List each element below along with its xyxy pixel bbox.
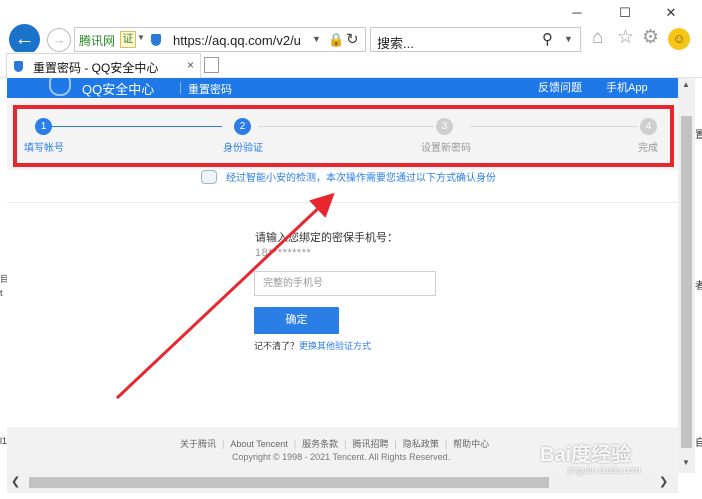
- settings-gear-icon[interactable]: ⚙: [642, 27, 659, 49]
- site-header: QQ安全中心 重置密码 反馈问题 手机App: [7, 78, 678, 98]
- left-fragment-3: l1: [0, 436, 7, 446]
- address-bar[interactable]: 腾讯网 证 ▼ https://aq.qq.com/v2/u ▼ 🔒 ↻: [74, 27, 366, 52]
- scroll-left-arrow-icon[interactable]: ❮: [11, 475, 20, 488]
- bg-fragment-3: 自: [695, 438, 702, 449]
- left-edge-strip: 目 t l1: [0, 78, 7, 473]
- footer-links: 关于腾讯 | About Tencent | 服务条款 | 腾讯招聘 | 隐私政策 | 帮助中心: [180, 437, 489, 450]
- refresh-icon[interactable]: ↻: [346, 30, 359, 48]
- footer-link-about[interactable]: 关于腾讯: [180, 439, 216, 449]
- robot-assistant-icon: [201, 170, 217, 184]
- tab-shield-icon: [14, 61, 23, 72]
- confirm-button[interactable]: 确定: [254, 307, 339, 334]
- phone-number-input[interactable]: 完整的手机号: [254, 271, 436, 296]
- header-divider: [180, 82, 181, 94]
- forward-button[interactable]: →: [47, 28, 71, 52]
- site-shield-icon: [151, 34, 161, 46]
- vertical-scroll-thumb[interactable]: [681, 116, 692, 448]
- background-window-strip: 置 者 自: [695, 78, 702, 499]
- url-text[interactable]: https://aq.qq.com/v2/u: [173, 33, 301, 48]
- phone-prompt-label: 请输入您绑定的密保手机号：: [255, 232, 398, 244]
- footer-link-terms[interactable]: 服务条款: [302, 439, 338, 449]
- baidu-jingyan-watermark: Bai度经验: [540, 444, 632, 466]
- section-divider: [7, 202, 678, 203]
- scroll-up-arrow-icon[interactable]: ▲: [682, 80, 690, 89]
- forgot-row: 记不清了？更换其他验证方式: [254, 339, 371, 352]
- footer-separator: |: [444, 439, 448, 449]
- left-fragment-1: 目: [0, 274, 7, 284]
- search-box[interactable]: 搜索... ⚲ ▼: [370, 27, 581, 52]
- forgot-text: 记不清了？: [254, 341, 300, 351]
- footer-separator: |: [293, 439, 297, 449]
- copyright-text: Copyright © 1998 - 2021 Tencent. All Rig…: [232, 452, 451, 462]
- tab-close-icon[interactable]: ×: [187, 58, 194, 72]
- back-button[interactable]: ←: [9, 24, 40, 55]
- page-subtitle: 重置密码: [188, 84, 232, 96]
- qq-shield-logo-icon: [49, 78, 71, 96]
- footer-link-about-en[interactable]: About Tencent: [230, 439, 287, 449]
- tab-title: 重置密码 - QQ安全中心: [33, 61, 159, 75]
- url-dropdown-icon[interactable]: ▼: [312, 34, 321, 44]
- tab-strip: 重置密码 - QQ安全中心 ×: [0, 52, 702, 78]
- favorites-star-icon[interactable]: ☆: [617, 27, 634, 49]
- site-title[interactable]: QQ安全中心: [82, 79, 154, 98]
- tab-active[interactable]: 重置密码 - QQ安全中心 ×: [6, 53, 201, 78]
- certificate-icon[interactable]: 证: [120, 31, 136, 48]
- footer-separator: |: [344, 439, 347, 449]
- footer-link-privacy[interactable]: 隐私政策: [403, 439, 439, 449]
- horizontal-scrollbar[interactable]: ❮ ❯: [7, 473, 678, 493]
- feedback-link[interactable]: 反馈问题: [538, 79, 582, 95]
- navigation-bar: ← → 腾讯网 证 ▼ https://aq.qq.com/v2/u ▼ 🔒 ↻…: [0, 20, 702, 56]
- bg-fragment-1: 置: [695, 130, 702, 141]
- annotation-highlight-box: [13, 105, 674, 167]
- home-icon[interactable]: ⌂: [592, 27, 603, 49]
- horizontal-scroll-thumb[interactable]: [29, 477, 549, 488]
- mobile-app-link[interactable]: 手机App: [606, 79, 648, 95]
- masked-phone-number: 18*********: [255, 247, 312, 259]
- scroll-right-arrow-icon[interactable]: ❯: [659, 475, 668, 488]
- vertical-scrollbar[interactable]: ▲ ▼: [678, 78, 695, 473]
- scroll-down-arrow-icon[interactable]: ▼: [682, 458, 690, 467]
- bg-fragment-2: 者: [695, 281, 702, 292]
- footer-link-help[interactable]: 帮助中心: [453, 439, 489, 449]
- new-tab-button[interactable]: [204, 57, 219, 73]
- footer-link-jobs[interactable]: 腾讯招聘: [352, 439, 388, 449]
- search-dropdown-icon[interactable]: ▼: [564, 34, 573, 44]
- feedback-smiley-icon[interactable]: ☺: [668, 28, 690, 50]
- other-method-link[interactable]: 更换其他验证方式: [299, 341, 371, 351]
- cert-dropdown-icon[interactable]: ▼: [137, 33, 145, 42]
- footer-separator: |: [222, 439, 225, 449]
- left-fragment-2: t: [0, 288, 3, 298]
- site-label: 腾讯网: [79, 34, 116, 48]
- verification-notice: 经过智能小安的检测，本次操作需要您通过以下方式确认身份: [226, 173, 496, 184]
- lock-icon[interactable]: 🔒: [328, 32, 344, 48]
- search-input[interactable]: 搜索...: [377, 33, 414, 52]
- footer-separator: |: [394, 439, 397, 449]
- search-icon[interactable]: ⚲: [542, 30, 553, 48]
- baidu-jingyan-url: jingyan.baidu.com: [568, 465, 641, 475]
